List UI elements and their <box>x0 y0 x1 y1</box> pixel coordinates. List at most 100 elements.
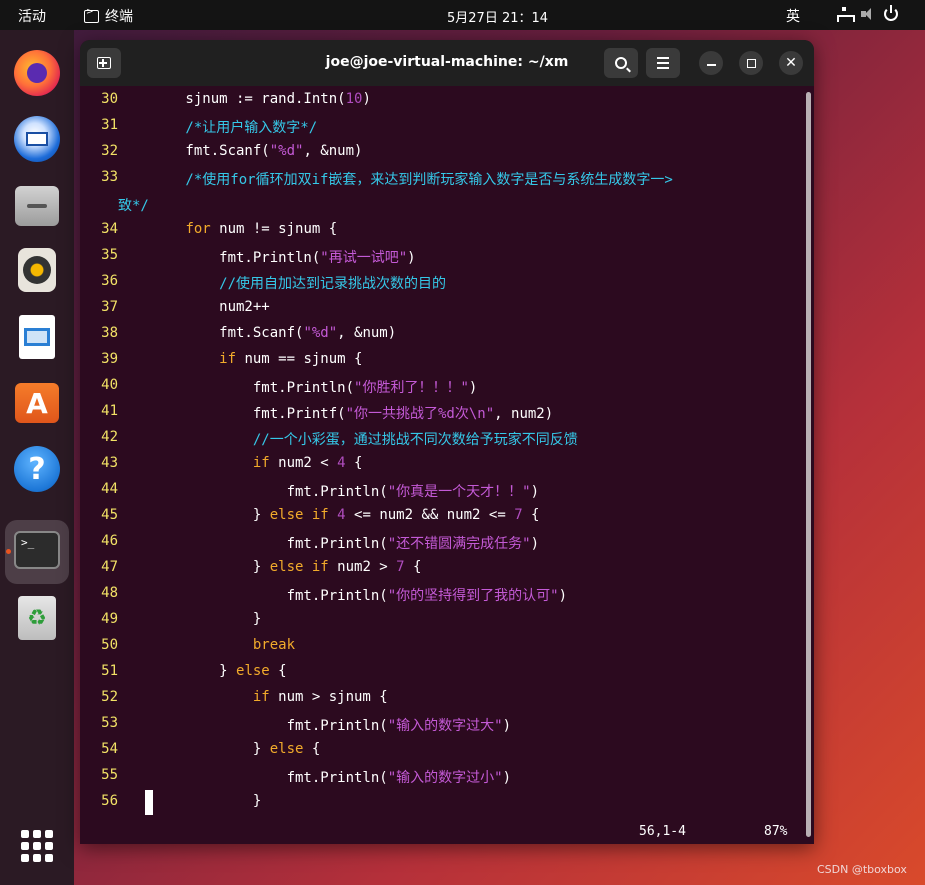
line-text: fmt.Println("你胜利了！！！") <box>118 377 477 397</box>
show-applications-icon[interactable] <box>21 830 53 862</box>
dock: A ? >_ ♻ <box>0 30 74 885</box>
line-number: 42 <box>101 429 118 445</box>
maximize-icon <box>746 58 756 68</box>
thunderbird-icon[interactable] <box>14 116 60 162</box>
line-text: } else { <box>118 663 287 679</box>
app-center-icon[interactable]: A <box>15 383 59 423</box>
line-text: } <box>118 611 261 627</box>
code-line: 33 /*使用for循环加双if嵌套，来达到判断玩家输入数字是否与系统生成数字一… <box>80 169 804 195</box>
code-token: "%d" <box>303 325 338 341</box>
line-number: 47 <box>101 559 118 575</box>
clock[interactable]: 5月27日 21：14 <box>447 7 548 26</box>
input-method-indicator[interactable]: 英 <box>786 6 800 26</box>
line-text: fmt.Println("再试一试吧") <box>118 247 415 267</box>
line-text: /*让用户输入数字*/ <box>118 117 317 137</box>
code-line: 46 fmt.Println("还不错圆满完成任务") <box>80 533 804 559</box>
code-line: 38 fmt.Scanf("%d", &num) <box>80 325 804 351</box>
scrollbar-thumb[interactable] <box>806 92 811 837</box>
line-number: 46 <box>101 533 118 549</box>
power-icon[interactable] <box>884 5 898 21</box>
code-line: 35 fmt.Println("再试一试吧") <box>80 247 804 273</box>
code-token: if <box>252 689 270 705</box>
terminal-app-icon[interactable]: >_ <box>14 531 60 569</box>
menu-button[interactable] <box>646 48 680 78</box>
code-token: "还不错圆满完成任务" <box>387 536 531 552</box>
line-text: 致*/ <box>118 195 149 215</box>
system-tray[interactable] <box>836 5 898 22</box>
trash-icon[interactable]: ♻ <box>18 596 56 640</box>
line-number: 30 <box>101 91 118 107</box>
code-line: 31 /*让用户输入数字*/ <box>80 117 804 143</box>
line-text: if num > sjnum { <box>118 689 388 705</box>
line-number: 41 <box>101 403 118 419</box>
code-token: num > sjnum { <box>269 689 388 705</box>
code-token: "%d" <box>269 143 304 159</box>
line-text: fmt.Scanf("%d", &num) <box>118 143 362 159</box>
close-button[interactable]: ✕ <box>779 51 803 75</box>
line-number: 39 <box>101 351 118 367</box>
title-bar[interactable]: joe@joe-virtual-machine: ~/xm ✕ <box>80 40 814 86</box>
line-text: fmt.Printf("你一共挑战了%d次\n", num2) <box>118 403 553 423</box>
line-text: if num2 < 4 { <box>118 455 363 471</box>
code-token: } <box>118 793 262 809</box>
activities-button[interactable]: 活动 <box>18 6 46 26</box>
top-bar: 活动 终端 5月27日 21：14 英 <box>0 0 925 30</box>
network-icon[interactable] <box>836 6 855 22</box>
files-icon[interactable] <box>15 186 59 226</box>
code-token: { <box>345 455 363 471</box>
line-text: break <box>118 637 295 653</box>
code-token: if <box>219 351 237 367</box>
maximize-button[interactable] <box>739 51 763 75</box>
help-icon[interactable]: ? <box>14 446 60 492</box>
code-token: num2++ <box>118 299 270 315</box>
code-token: fmt.Println( <box>118 588 388 604</box>
code-token: else if <box>269 559 329 575</box>
line-text: fmt.Println("你的坚持得到了我的认可") <box>118 585 567 605</box>
code-token: ) <box>558 588 568 604</box>
line-number: 36 <box>101 273 118 289</box>
app-menu[interactable]: 终端 <box>84 6 133 26</box>
line-number: 35 <box>101 247 118 263</box>
line-text: /*使用for循环加双if嵌套，来达到判断玩家输入数字是否与系统生成数字一> <box>118 169 672 189</box>
code-line: 34 for num != sjnum { <box>80 221 804 247</box>
volume-icon[interactable] <box>860 6 876 22</box>
line-number: 51 <box>101 663 118 679</box>
code-line: 30 sjnum := rand.Intn(10) <box>80 91 804 117</box>
code-line: 40 fmt.Println("你胜利了！！！") <box>80 377 804 403</box>
code-token: fmt.Println( <box>118 770 388 786</box>
search-button[interactable] <box>604 48 638 78</box>
code-token: { <box>269 663 287 679</box>
code-token: ) <box>502 718 512 734</box>
minimize-button[interactable] <box>699 51 723 75</box>
code-token: ) <box>530 536 540 552</box>
code-token: else <box>269 741 304 757</box>
code-line: 43 if num2 < 4 { <box>80 455 804 481</box>
code-line: 致*/ <box>80 195 804 221</box>
code-token: fmt.Println( <box>118 250 321 266</box>
line-number: 34 <box>101 221 118 237</box>
code-line: 36 //使用自加达到记录挑战次数的目的 <box>80 273 804 299</box>
code-token: for <box>185 221 211 237</box>
rhythmbox-icon[interactable] <box>18 248 56 292</box>
code-line: 55 fmt.Println("输入的数字过小") <box>80 767 804 793</box>
code-token: "输入的数字过大" <box>387 718 503 734</box>
firefox-icon[interactable] <box>14 50 60 96</box>
line-text: } <box>118 793 261 809</box>
libreoffice-writer-icon[interactable] <box>19 315 55 359</box>
code-token: fmt.Println( <box>118 380 355 396</box>
line-text: //使用自加达到记录挑战次数的目的 <box>118 273 446 293</box>
line-number: 48 <box>101 585 118 601</box>
code-line: 53 fmt.Println("输入的数字过大") <box>80 715 804 741</box>
code-line: 50 break <box>80 637 804 663</box>
code-line: 47 } else if num2 > 7 { <box>80 559 804 585</box>
terminal-window[interactable]: joe@joe-virtual-machine: ~/xm ✕ 30 sjnum… <box>80 40 814 844</box>
code-token: 致*/ <box>118 198 149 214</box>
code-line: 49 } <box>80 611 804 637</box>
code-token: 4 <box>337 455 346 471</box>
line-number: 55 <box>101 767 118 783</box>
code-token: <= num2 && num2 <= <box>345 507 515 523</box>
code-token: , &num) <box>303 143 363 159</box>
line-text: fmt.Println("你真是一个天才！！") <box>118 481 539 501</box>
